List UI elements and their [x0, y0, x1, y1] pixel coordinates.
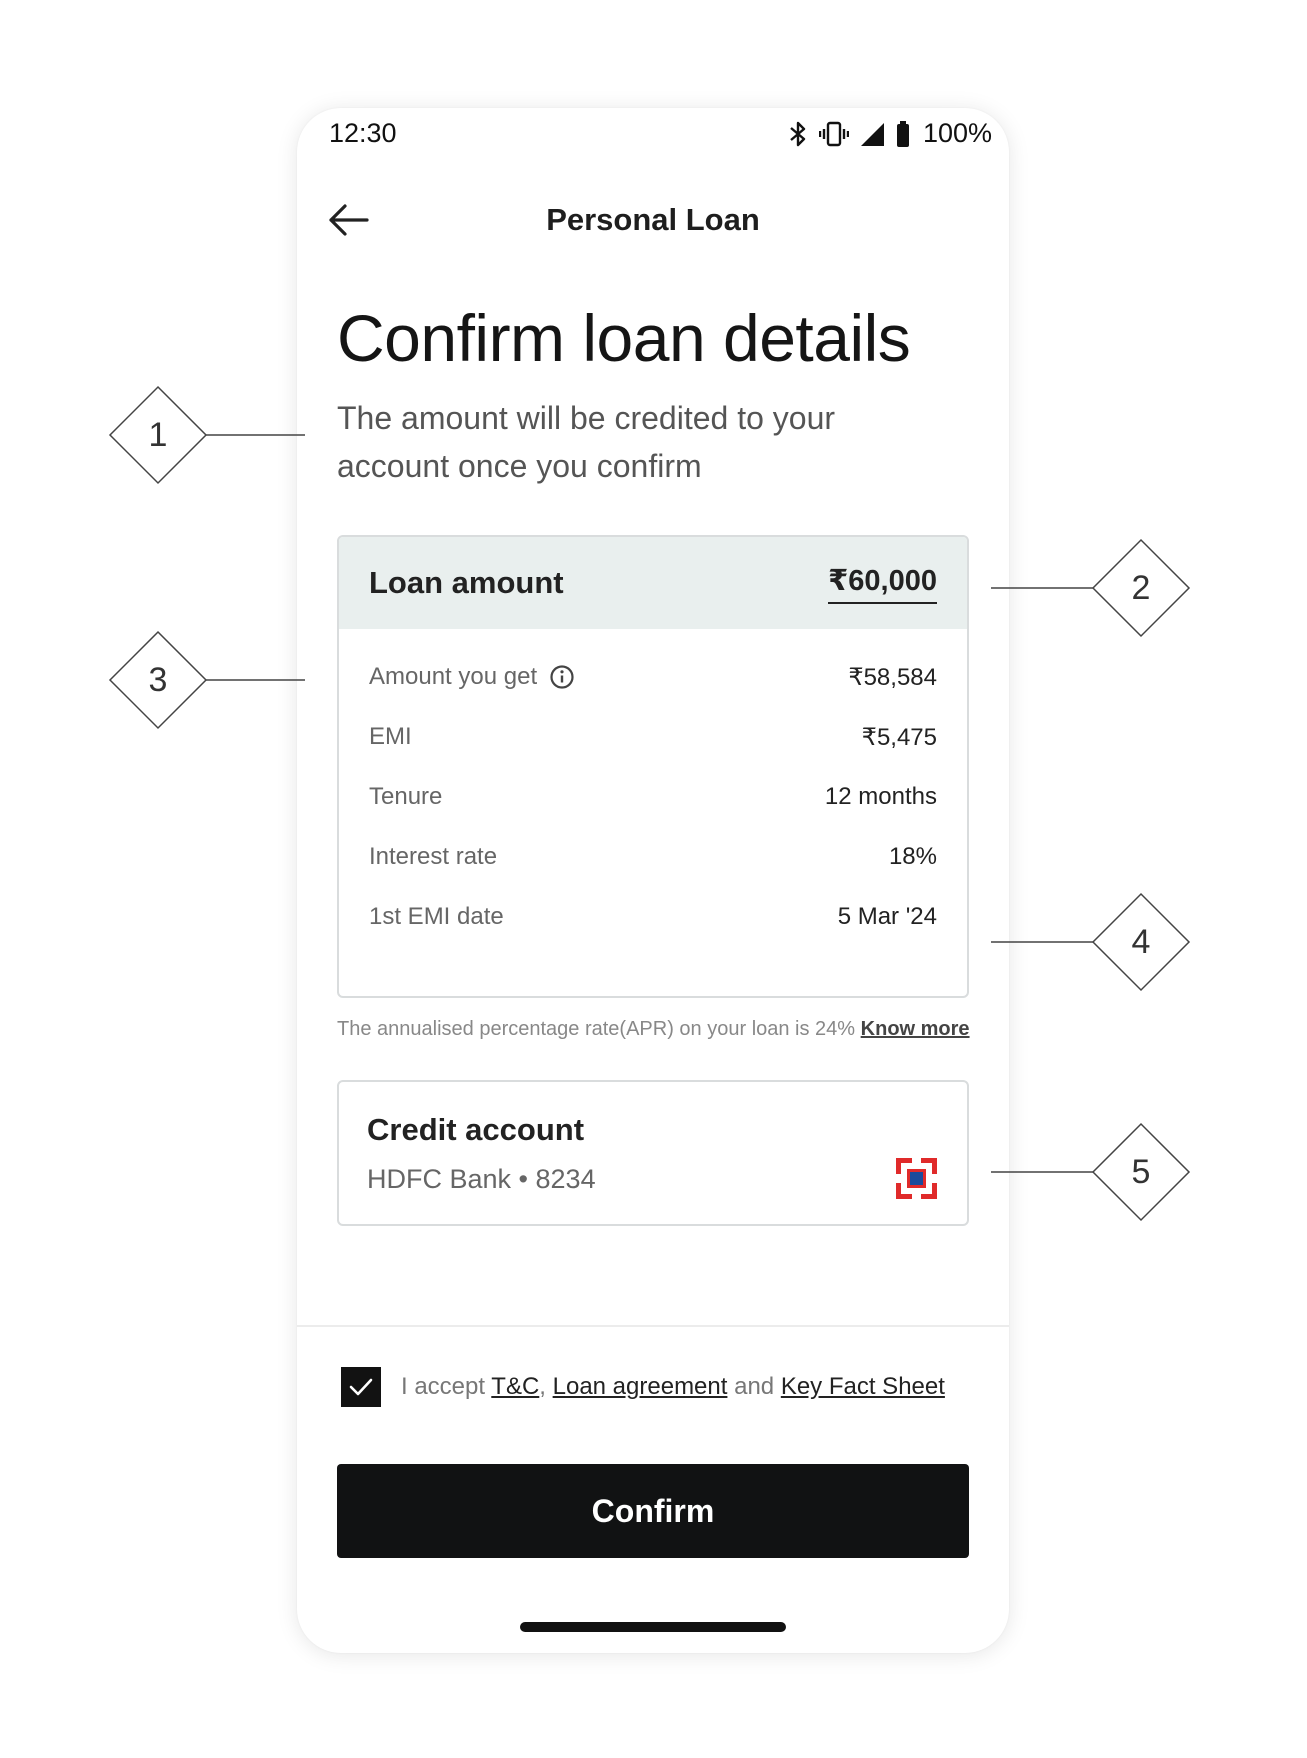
detail-row-emi: EMI ₹5,475	[369, 717, 937, 757]
detail-label: Interest rate	[369, 843, 498, 870]
checkmark-icon	[349, 1378, 373, 1396]
info-icon[interactable]	[549, 664, 575, 690]
consent-row: I accept T&C, Loan agreement and Key Fac…	[341, 1367, 945, 1407]
callout-number: 4	[1131, 922, 1151, 961]
credit-account-card[interactable]: Credit account HDFC Bank • 8234	[337, 1080, 969, 1226]
consent-checkbox[interactable]	[341, 1367, 381, 1407]
credit-account-title: Credit account	[367, 1112, 585, 1147]
detail-row-first-emi-date: 1st EMI date 5 Mar '24	[369, 897, 937, 937]
loan-amount-value[interactable]: ₹60,000	[828, 563, 937, 604]
detail-row-amount-you-get: Amount you get ₹58,584	[369, 657, 937, 697]
signal-icon	[860, 122, 884, 146]
separator-dot: •	[518, 1164, 528, 1194]
detail-label-wrap: Amount you get	[369, 663, 575, 691]
account-last4: 8234	[535, 1164, 596, 1194]
detail-label: Amount you get	[369, 663, 538, 690]
battery-percentage: 100%	[922, 118, 992, 148]
home-indicator[interactable]	[520, 1622, 786, 1632]
confirm-button[interactable]: Confirm	[337, 1464, 969, 1558]
detail-label: 1st EMI date	[369, 903, 504, 930]
callout-number: 1	[148, 415, 168, 454]
callout-number: 5	[1131, 1152, 1151, 1191]
apr-note: The annualised percentage rate(APR) on y…	[337, 1018, 970, 1041]
status-icons: 100%	[787, 118, 992, 149]
hdfc-bank-logo-icon	[896, 1158, 937, 1199]
status-bar: 12:30 100%	[297, 108, 1009, 158]
page-title: Confirm loan details	[337, 301, 911, 375]
detail-value: ₹58,584	[848, 664, 937, 691]
consent-comma: ,	[539, 1373, 553, 1400]
tc-link[interactable]: T&C	[491, 1373, 539, 1400]
callout-5: 5	[991, 1122, 1191, 1222]
bluetooth-icon	[790, 121, 806, 146]
phone-screen: 12:30 100% Personal Loan Confirm loan de…	[297, 108, 1009, 1653]
detail-value: 12 months	[824, 783, 937, 810]
credit-account-bank: HDFC Bank • 8234	[367, 1164, 596, 1195]
consent-prefix: I accept	[401, 1373, 492, 1400]
bank-name: HDFC Bank	[367, 1164, 512, 1194]
detail-value: 5 Mar '24	[837, 903, 937, 930]
detail-row-tenure: Tenure 12 months	[369, 777, 937, 817]
consent-and: and	[727, 1373, 781, 1400]
loan-amount-header: Loan amount ₹60,000	[339, 537, 967, 629]
detail-value: 18%	[888, 843, 937, 870]
callout-number: 2	[1131, 568, 1151, 607]
consent-text: I accept T&C, Loan agreement and Key Fac…	[401, 1373, 945, 1401]
callout-2: 2	[991, 538, 1191, 638]
detail-value: ₹5,475	[861, 724, 937, 751]
detail-label: EMI	[369, 723, 412, 750]
loan-details-card: Loan amount ₹60,000 Amount you get ₹58,5…	[337, 535, 969, 998]
callout-number: 3	[148, 660, 168, 699]
battery-icon	[896, 120, 909, 147]
loan-amount-label: Loan amount	[369, 565, 564, 600]
page-subtitle: The amount will be credited to your acco…	[337, 400, 836, 484]
detail-row-interest-rate: Interest rate 18%	[369, 837, 937, 877]
callout-3: 3	[108, 630, 305, 730]
loan-agreement-link[interactable]: Loan agreement	[553, 1373, 728, 1400]
apr-note-text: The annualised percentage rate(APR) on y…	[337, 1018, 861, 1040]
know-more-link[interactable]: Know more	[861, 1018, 970, 1040]
callout-4: 4	[991, 892, 1191, 992]
detail-label: Tenure	[369, 783, 443, 810]
app-header: Personal Loan	[297, 190, 1009, 250]
callout-1: 1	[108, 385, 305, 485]
vibrate-icon	[818, 121, 849, 146]
key-fact-sheet-link[interactable]: Key Fact Sheet	[781, 1373, 945, 1400]
header-title: Personal Loan	[546, 202, 760, 237]
status-time: 12:30	[329, 118, 397, 148]
footer-divider	[297, 1325, 1009, 1327]
